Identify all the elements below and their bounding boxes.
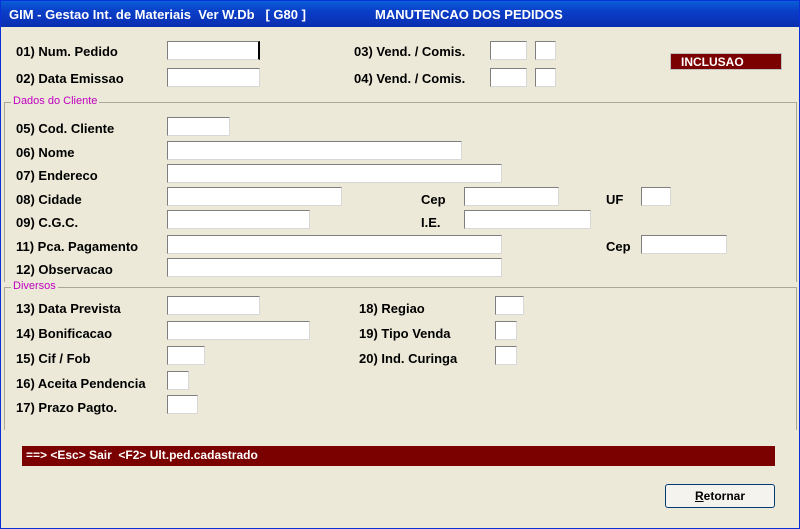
cliente-group (4, 102, 797, 282)
bonificacao-label: 14) Bonificacao (16, 326, 113, 341)
cep2-input[interactable] (641, 235, 727, 254)
cep2-label: Cep (606, 239, 631, 254)
endereco-label: 07) Endereco (16, 168, 98, 183)
regiao-label: 18) Regiao (359, 301, 425, 316)
cod-cliente-input[interactable] (167, 117, 230, 136)
regiao-input[interactable] (495, 296, 524, 315)
ind-curinga-input[interactable] (495, 346, 517, 365)
vend-comis-3-label: 03) Vend. / Comis. (354, 44, 466, 59)
screen-title: MANUTENCAO DOS PEDIDOS (375, 7, 563, 22)
observacao-input[interactable] (167, 258, 502, 277)
retornar-button[interactable]: Retornar (665, 484, 775, 508)
cod-cliente-label: 05) Cod. Cliente (16, 121, 115, 136)
num-pedido-input[interactable] (167, 41, 260, 60)
vend-comis-4-label: 04) Vend. / Comis. (354, 71, 466, 86)
ie-input[interactable] (464, 210, 591, 229)
title-bar: GIM - Gestao Int. de Materiais Ver W.Db … (1, 1, 799, 27)
cidade-input[interactable] (167, 187, 342, 206)
endereco-input[interactable] (167, 164, 502, 183)
ind-curinga-label: 20) Ind. Curinga (359, 351, 458, 366)
app-window: GIM - Gestao Int. de Materiais Ver W.Db … (0, 0, 800, 529)
pca-pagamento-input[interactable] (167, 235, 502, 254)
vendedor-3-input[interactable] (490, 41, 527, 60)
tipo-venda-input[interactable] (495, 321, 517, 340)
cgc-input[interactable] (167, 210, 310, 229)
status-bar: ==> <Esc> Sair <F2> Ult.ped.cadastrado (22, 446, 775, 466)
data-emissao-label: 02) Data Emissao (16, 71, 124, 86)
vendedor-4-input[interactable] (490, 68, 527, 87)
aceita-pendencia-label: 16) Aceita Pendencia (16, 376, 146, 391)
tipo-venda-label: 19) Tipo Venda (359, 326, 451, 341)
cif-fob-label: 15) Cif / Fob (16, 351, 91, 366)
cep-input[interactable] (464, 187, 559, 206)
nome-input[interactable] (167, 141, 462, 160)
prazo-pagto-label: 17) Prazo Pagto. (16, 400, 118, 415)
uf-label: UF (606, 192, 624, 207)
mode-badge: INCLUSAO (670, 53, 782, 70)
data-emissao-input[interactable] (167, 68, 260, 87)
window-title: GIM - Gestao Int. de Materiais Ver W.Db … (9, 7, 306, 22)
data-prevista-input[interactable] (167, 296, 260, 315)
cidade-label: 08) Cidade (16, 192, 82, 207)
retornar-accel: R (694, 489, 704, 503)
num-pedido-label: 01) Num. Pedido (16, 44, 118, 59)
retornar-label: etornar (703, 489, 745, 503)
bonificacao-input[interactable] (167, 321, 310, 340)
aceita-pendencia-input[interactable] (167, 371, 189, 390)
cep-label: Cep (421, 192, 446, 207)
cliente-group-title: Dados do Cliente (11, 95, 100, 107)
data-prevista-label: 13) Data Prevista (16, 301, 121, 316)
diversos-group-title: Diversos (11, 280, 58, 292)
ie-label: I.E. (421, 215, 441, 230)
nome-label: 06) Nome (16, 145, 75, 160)
comissao-3-input[interactable] (535, 41, 556, 60)
uf-input[interactable] (641, 187, 671, 206)
pca-pagamento-label: 11) Pca. Pagamento (16, 239, 139, 254)
comissao-4-input[interactable] (535, 68, 556, 87)
cif-fob-input[interactable] (167, 346, 205, 365)
prazo-pagto-input[interactable] (167, 395, 198, 414)
cgc-label: 09) C.G.C. (16, 215, 79, 230)
observacao-label: 12) Observacao (16, 262, 113, 277)
